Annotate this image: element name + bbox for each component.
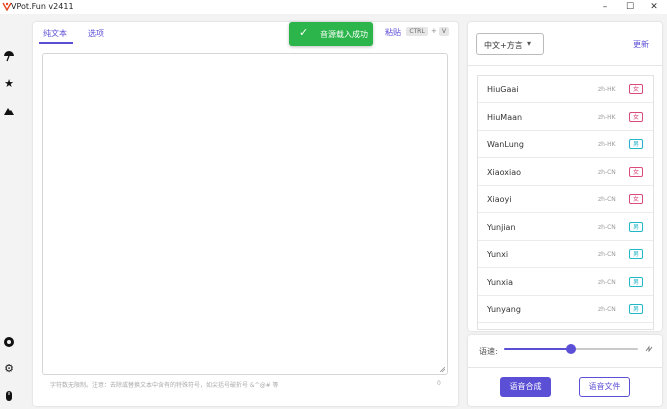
gender-badge: 女: [629, 166, 643, 177]
voice-name: Yunxi: [487, 250, 509, 259]
voice-name: Yunxia: [487, 277, 513, 287]
mouse-icon[interactable]: [3, 390, 15, 402]
voice-row[interactable]: HiuGaai zh-HK 女: [478, 76, 653, 103]
toast-message: 音源载入成功: [320, 30, 368, 39]
voice-row[interactable]: Xiaoyi zh-CN 女: [478, 186, 653, 213]
mountain-icon[interactable]: [3, 105, 15, 117]
check-icon: ✓: [299, 26, 309, 39]
aperture-icon[interactable]: [3, 336, 15, 348]
gear-icon[interactable]: ⚙: [3, 363, 15, 375]
shortcut-plus: +: [431, 27, 437, 35]
voice-locale: zh-CN: [598, 168, 616, 176]
active-tab-indicator: [39, 42, 73, 44]
title-bar: VPot.Fun v2411 – ☐ ✕: [0, 0, 667, 14]
voice-name: Yunyang: [487, 305, 521, 314]
synthesize-button[interactable]: 语音合成: [500, 377, 551, 397]
gender-badge: 男: [629, 139, 643, 149]
star-icon[interactable]: ★: [3, 78, 15, 90]
gender-badge: 男: [629, 221, 643, 232]
success-toast: ✓ 音源载入成功: [289, 22, 373, 46]
speed-icon: [645, 345, 653, 355]
language-select-value: 中文+方言: [484, 41, 523, 50]
voice-name: Xiaoyi: [487, 195, 512, 204]
caret-down-icon: ▾: [527, 39, 532, 48]
gender-badge: 女: [629, 111, 643, 122]
close-button[interactable]: ✕: [641, 0, 667, 14]
gender-badge: 女: [629, 84, 643, 94]
paste-button[interactable]: 粘贴: [385, 27, 401, 38]
voice-row[interactable]: HiuMaan zh-HK 女: [478, 104, 653, 131]
voice-locale: zh-CN: [598, 223, 616, 231]
voice-locale: zh-CN: [598, 251, 616, 258]
language-select[interactable]: 中文+方言 ▾: [476, 33, 544, 55]
voice-locale: zh-CN: [598, 306, 616, 313]
speed-card-divider: [468, 367, 662, 368]
ctrl-key-hint: CTRL: [406, 27, 428, 36]
voice-name: Xiaoxiao: [487, 167, 522, 177]
speed-slider-thumb[interactable]: [566, 344, 576, 354]
voice-locale: zh-CN: [598, 278, 616, 286]
speed-slider-fill: [504, 348, 571, 350]
maximize-button[interactable]: ☐: [617, 0, 643, 14]
window-title: VPot.Fun v2411: [11, 2, 74, 11]
minimize-button[interactable]: –: [592, 0, 618, 14]
voice-row[interactable]: WanLung zh-HK 男: [478, 131, 653, 158]
resize-handle-icon[interactable]: [440, 367, 445, 372]
refresh-button[interactable]: 更新: [633, 39, 649, 50]
voice-row[interactable]: Yunxi zh-CN 男: [478, 241, 653, 268]
text-input[interactable]: [42, 53, 448, 375]
voice-row[interactable]: Yunjian zh-CN 男: [478, 214, 653, 241]
voice-name: HiuMaan: [487, 112, 523, 122]
voice-row[interactable]: Xiaoxiao zh-CN 女: [478, 159, 653, 186]
voice-locale: zh-HK: [598, 86, 616, 93]
audio-file-button[interactable]: 语音文件: [579, 377, 630, 397]
voice-locale: zh-CN: [598, 196, 616, 203]
voice-card-divider: [468, 65, 662, 66]
voice-list[interactable]: HiuGaai zh-HK 女 HiuMaan zh-HK 女 WanLung zh-HK 男 X…: [477, 75, 654, 330]
v-key-hint: V: [439, 27, 449, 36]
gender-badge: 男: [629, 249, 643, 259]
tab-options[interactable]: 选项: [88, 28, 104, 39]
voice-row[interactable]: Yunxia zh-CN 男: [478, 269, 653, 296]
voice-name: WanLung: [487, 140, 524, 149]
tab-plain-text[interactable]: 纯文本: [43, 28, 67, 39]
voice-locale: zh-HK: [598, 141, 616, 148]
gender-badge: 男: [629, 276, 643, 287]
speed-label: 语速:: [479, 347, 498, 356]
voice-name: Yunjian: [487, 222, 516, 232]
umbrella-icon[interactable]: [3, 50, 15, 62]
gender-badge: 女: [629, 194, 643, 204]
voice-row[interactable]: Yunyang zh-CN 男: [478, 296, 653, 323]
char-counter: 0: [437, 380, 441, 387]
voice-locale: zh-HK: [598, 113, 616, 121]
input-hint: 字符数无限制。注意：去除或替换文本中含有的特殊符号，如尖括号破折号 &^@# 等: [50, 382, 279, 389]
voice-name: HiuGaai: [487, 85, 519, 94]
gender-badge: 男: [629, 304, 643, 314]
